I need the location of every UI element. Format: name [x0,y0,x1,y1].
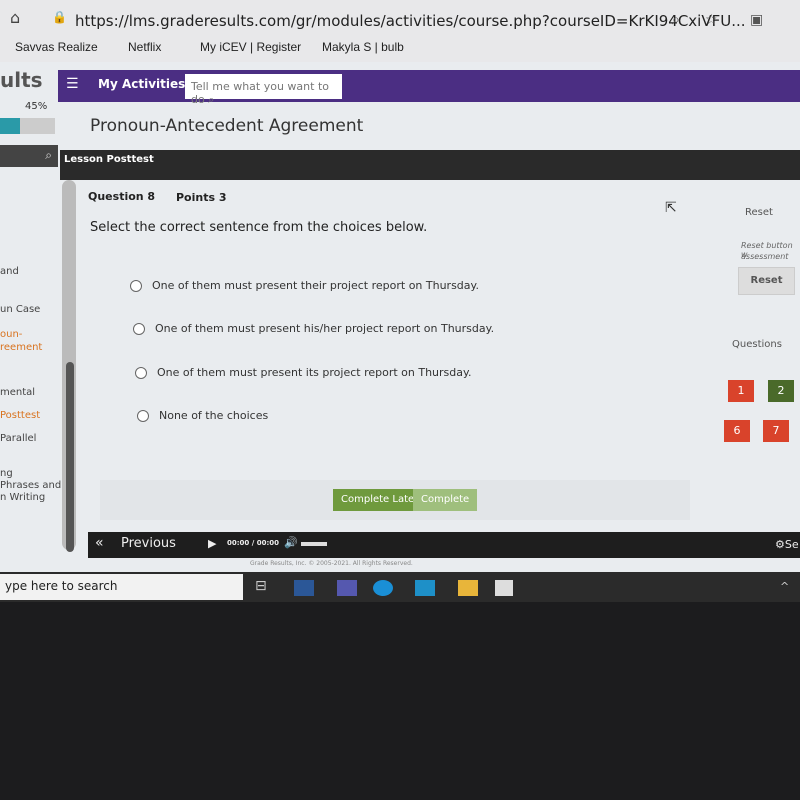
radio-button[interactable] [137,409,149,422]
search-icon[interactable]: ⌕ [208,93,214,106]
sidebar-search-icon[interactable]: ⌕ [0,145,58,167]
reset-note: assessment [741,252,789,261]
sidebar-item[interactable]: and [0,266,19,277]
address-bar[interactable]: https://lms.graderesults.com/gr/modules/… [75,12,746,30]
settings-button[interactable]: ⚙Se [775,538,799,551]
sidebar-item-active[interactable]: reement [0,342,42,353]
lock-icon: 🔒 [52,10,67,24]
questions-label: Questions [732,339,782,350]
previous-button[interactable]: Previous [121,536,176,551]
search-input[interactable]: Tell me what you want to do ⌕ [185,74,342,106]
bookmark-icev[interactable]: My iCEV | Register [200,40,301,54]
mouse-cursor-icon: ⇱ [665,200,677,216]
copyright: Grade Results, Inc. © 2005-2021. All Rig… [250,560,413,567]
store-icon[interactable] [495,580,513,596]
answer-option[interactable]: None of the choices [137,409,268,422]
bookmark-netflix[interactable]: Netflix [128,40,161,54]
settings-label: Se [784,538,799,551]
option-label: None of the choices [159,409,269,422]
chevron-up-icon[interactable]: ^ [780,580,789,593]
extension-icon[interactable]: ▣ [750,12,763,28]
sidebar-item[interactable]: Phrases and [0,480,61,491]
sidebar-item[interactable]: un Case [0,304,40,315]
volume-slider[interactable] [301,542,327,546]
mail-icon[interactable] [415,580,435,596]
teams-icon[interactable] [337,580,357,596]
radio-button[interactable] [135,366,147,379]
sidebar-item-active[interactable]: Posttest [0,410,40,421]
question-nav-button[interactable]: 6 [724,420,750,442]
volume-icon[interactable]: 🔊 [284,536,298,549]
favorite-star-icon[interactable]: ☆ [705,12,718,28]
question-points: Points 3 [176,191,227,204]
play-icon[interactable]: ▶ [208,537,216,550]
footer-bar [88,532,800,558]
question-number: Question 8 [88,190,156,203]
word-icon[interactable] [294,580,314,596]
sidebar-item[interactable]: ng [0,468,13,479]
reset-heading: Reset [745,207,773,218]
answer-option[interactable]: One of them must present his/her project… [133,322,494,335]
answer-option[interactable]: One of them must present their project r… [130,279,479,292]
media-time: 00:00 / 00:00 [227,539,279,547]
option-label: One of them must present their project r… [152,279,479,292]
home-icon[interactable]: ⌂ [10,8,20,27]
sidebar-item[interactable]: mental [0,387,35,398]
question-prompt: Select the correct sentence from the cho… [90,220,428,235]
task-view-icon[interactable]: ⊟ [255,578,267,594]
my-activities-link[interactable]: My Activities [98,77,185,91]
taskbar-search[interactable]: ype here to search [0,574,243,600]
complete-button[interactable]: Complete [413,489,478,511]
progress-text: 45% [25,101,48,112]
zoom-icon[interactable]: ⌕ [672,12,680,28]
reset-button[interactable]: Reset [738,267,795,295]
double-chevron-left-icon[interactable]: « [95,535,104,551]
progress-fill [0,118,20,134]
menu-icon[interactable]: ☰ [66,76,79,92]
option-label: One of them must present his/her project… [155,322,495,335]
option-label: One of them must present its project rep… [157,366,472,379]
question-nav-button[interactable]: 2 [768,380,794,402]
bookmark-bulb[interactable]: Makyla S | bulb [322,40,404,54]
sidebar-item-active[interactable]: oun- [0,329,22,340]
lesson-bar: Lesson Posttest [60,150,800,180]
sidebar-item[interactable]: Parallel [0,433,36,444]
question-nav-button[interactable]: 1 [728,380,754,402]
edge-icon[interactable] [373,580,393,596]
bookmark-savvas[interactable]: Savvas Realize [15,40,98,54]
scrollbar-thumb[interactable] [66,362,74,552]
radio-button[interactable] [130,279,142,292]
file-explorer-icon[interactable] [458,580,478,596]
sidebar-item[interactable]: n Writing [0,492,45,503]
page-title: Pronoun-Antecedent Agreement [90,116,364,136]
gear-icon: ⚙ [775,538,785,551]
radio-button[interactable] [133,322,145,335]
logo: ults [0,68,43,92]
answer-option[interactable]: One of them must present its project rep… [135,366,471,379]
question-nav-button[interactable]: 7 [763,420,789,442]
